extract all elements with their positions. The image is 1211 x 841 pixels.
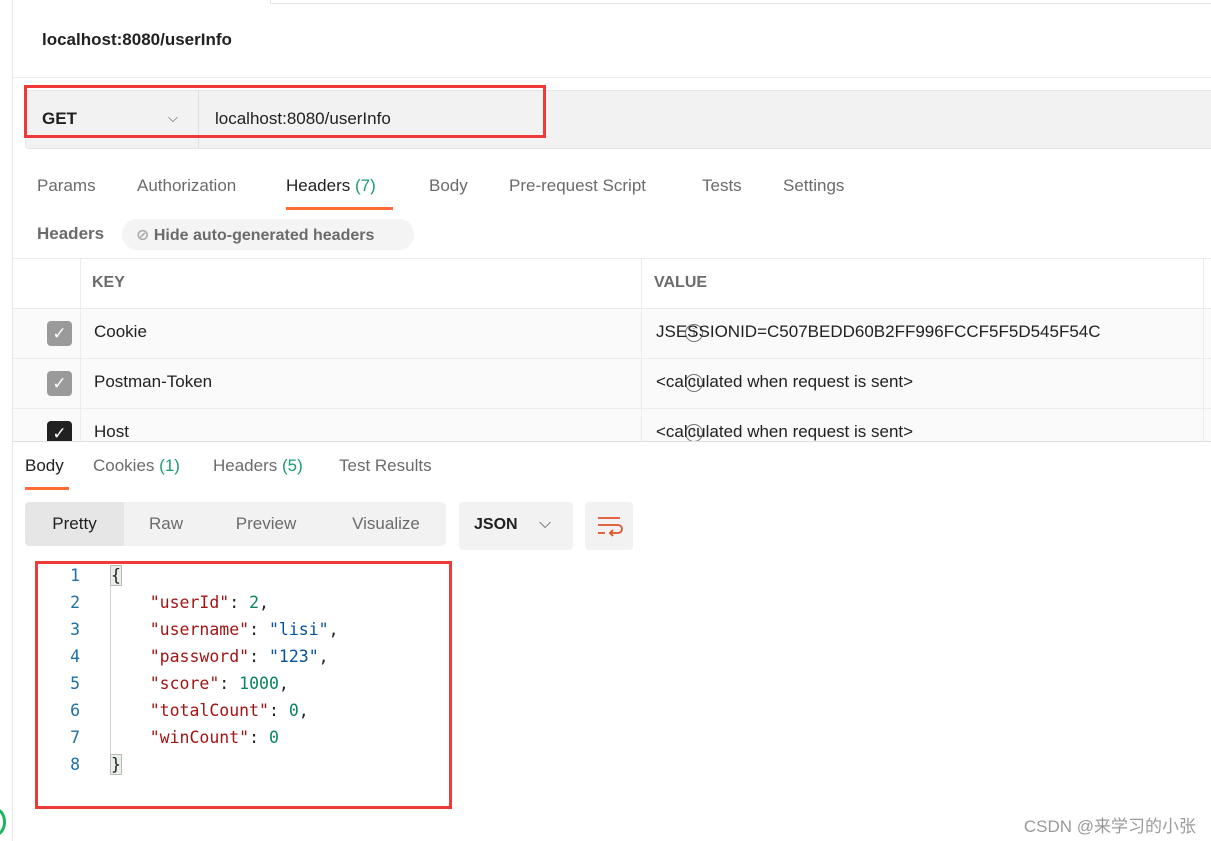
view-mode-group: Pretty Raw Preview Visualize <box>25 502 446 546</box>
tab-authorization[interactable]: Authorization <box>137 176 236 196</box>
button-label: Hide auto-generated headers <box>153 227 375 244</box>
header-count: (7) <box>355 176 376 195</box>
header-key[interactable]: Cookie <box>94 322 147 342</box>
request-title: localhost:8080/userInfo <box>42 30 232 49</box>
view-raw-button[interactable]: Raw <box>131 502 201 546</box>
header-count: (5) <box>282 456 303 475</box>
response-tab-body[interactable]: Body <box>25 456 64 476</box>
format-label: JSON <box>474 516 518 533</box>
header-value[interactable]: JSESSIONID=C507BEDD60B2FF996FCCF5F5D545F… <box>656 322 1101 342</box>
divider <box>13 77 1211 78</box>
checkbox[interactable]: ✓ <box>47 371 72 396</box>
table-row: ✓ Postman-Token i <calculated when reques… <box>13 359 1211 409</box>
column-header-value: VALUE <box>654 274 708 291</box>
checkbox[interactable]: ✓ <box>47 421 72 441</box>
tab-params[interactable]: Params <box>37 176 96 196</box>
hide-auto-headers-button[interactable]: ⊘ Hide auto-generated headers <box>122 219 414 250</box>
pane-divider[interactable] <box>13 441 1211 442</box>
tab-label: Headers <box>213 456 278 475</box>
table-header-row: KEY VALUE <box>13 259 1211 309</box>
response-tab-cookies[interactable]: Cookies (1) <box>93 456 180 476</box>
status-icon <box>0 808 6 836</box>
tab-tests[interactable]: Tests <box>702 176 742 196</box>
wrap-lines-icon <box>598 517 623 537</box>
tab-label: Cookies <box>93 456 155 475</box>
tab-body[interactable]: Body <box>429 176 468 196</box>
wrap-lines-button[interactable] <box>585 502 633 550</box>
tab-headers[interactable]: Headers (7) <box>286 176 376 196</box>
view-preview-button[interactable]: Preview <box>221 502 311 546</box>
tab-strip <box>270 0 1211 4</box>
view-visualize-button[interactable]: Visualize <box>336 502 436 546</box>
column-header-key: KEY <box>92 274 125 291</box>
highlight-box <box>35 561 452 809</box>
tab-pre-request-script[interactable]: Pre-request Script <box>509 176 646 196</box>
cookie-count: (1) <box>159 456 180 475</box>
header-key[interactable]: Postman-Token <box>94 372 212 392</box>
table-row: ✓ Cookie i JSESSIONID=C507BEDD60B2FF996FC… <box>13 309 1211 359</box>
tab-settings[interactable]: Settings <box>783 176 844 196</box>
format-select[interactable]: JSON ⌵ <box>459 502 573 550</box>
headers-label: Headers <box>37 224 105 243</box>
tab-label: Headers <box>286 176 351 195</box>
eye-off-icon: ⊘ <box>136 227 150 244</box>
header-value[interactable]: <calculated when request is sent> <box>656 372 913 392</box>
headers-table: KEY VALUE ✓ Cookie i JSESSIONID=C507BEDD6… <box>13 258 1211 441</box>
response-tab-test-results[interactable]: Test Results <box>339 456 432 476</box>
watermark: CSDN @来学习的小张 <box>1023 817 1196 836</box>
header-key[interactable]: Host <box>94 422 129 441</box>
table-row: ✓ Host i <calculated when request is sent… <box>13 409 1211 441</box>
chevron-down-icon: ⌵ <box>539 515 552 532</box>
active-tab-indicator <box>286 207 393 210</box>
response-tab-headers[interactable]: Headers (5) <box>213 456 303 476</box>
active-tab-indicator <box>25 487 69 490</box>
view-pretty-button[interactable]: Pretty <box>25 502 124 546</box>
highlight-box <box>24 85 546 138</box>
header-value[interactable]: <calculated when request is sent> <box>656 422 913 441</box>
checkbox[interactable]: ✓ <box>47 321 72 346</box>
